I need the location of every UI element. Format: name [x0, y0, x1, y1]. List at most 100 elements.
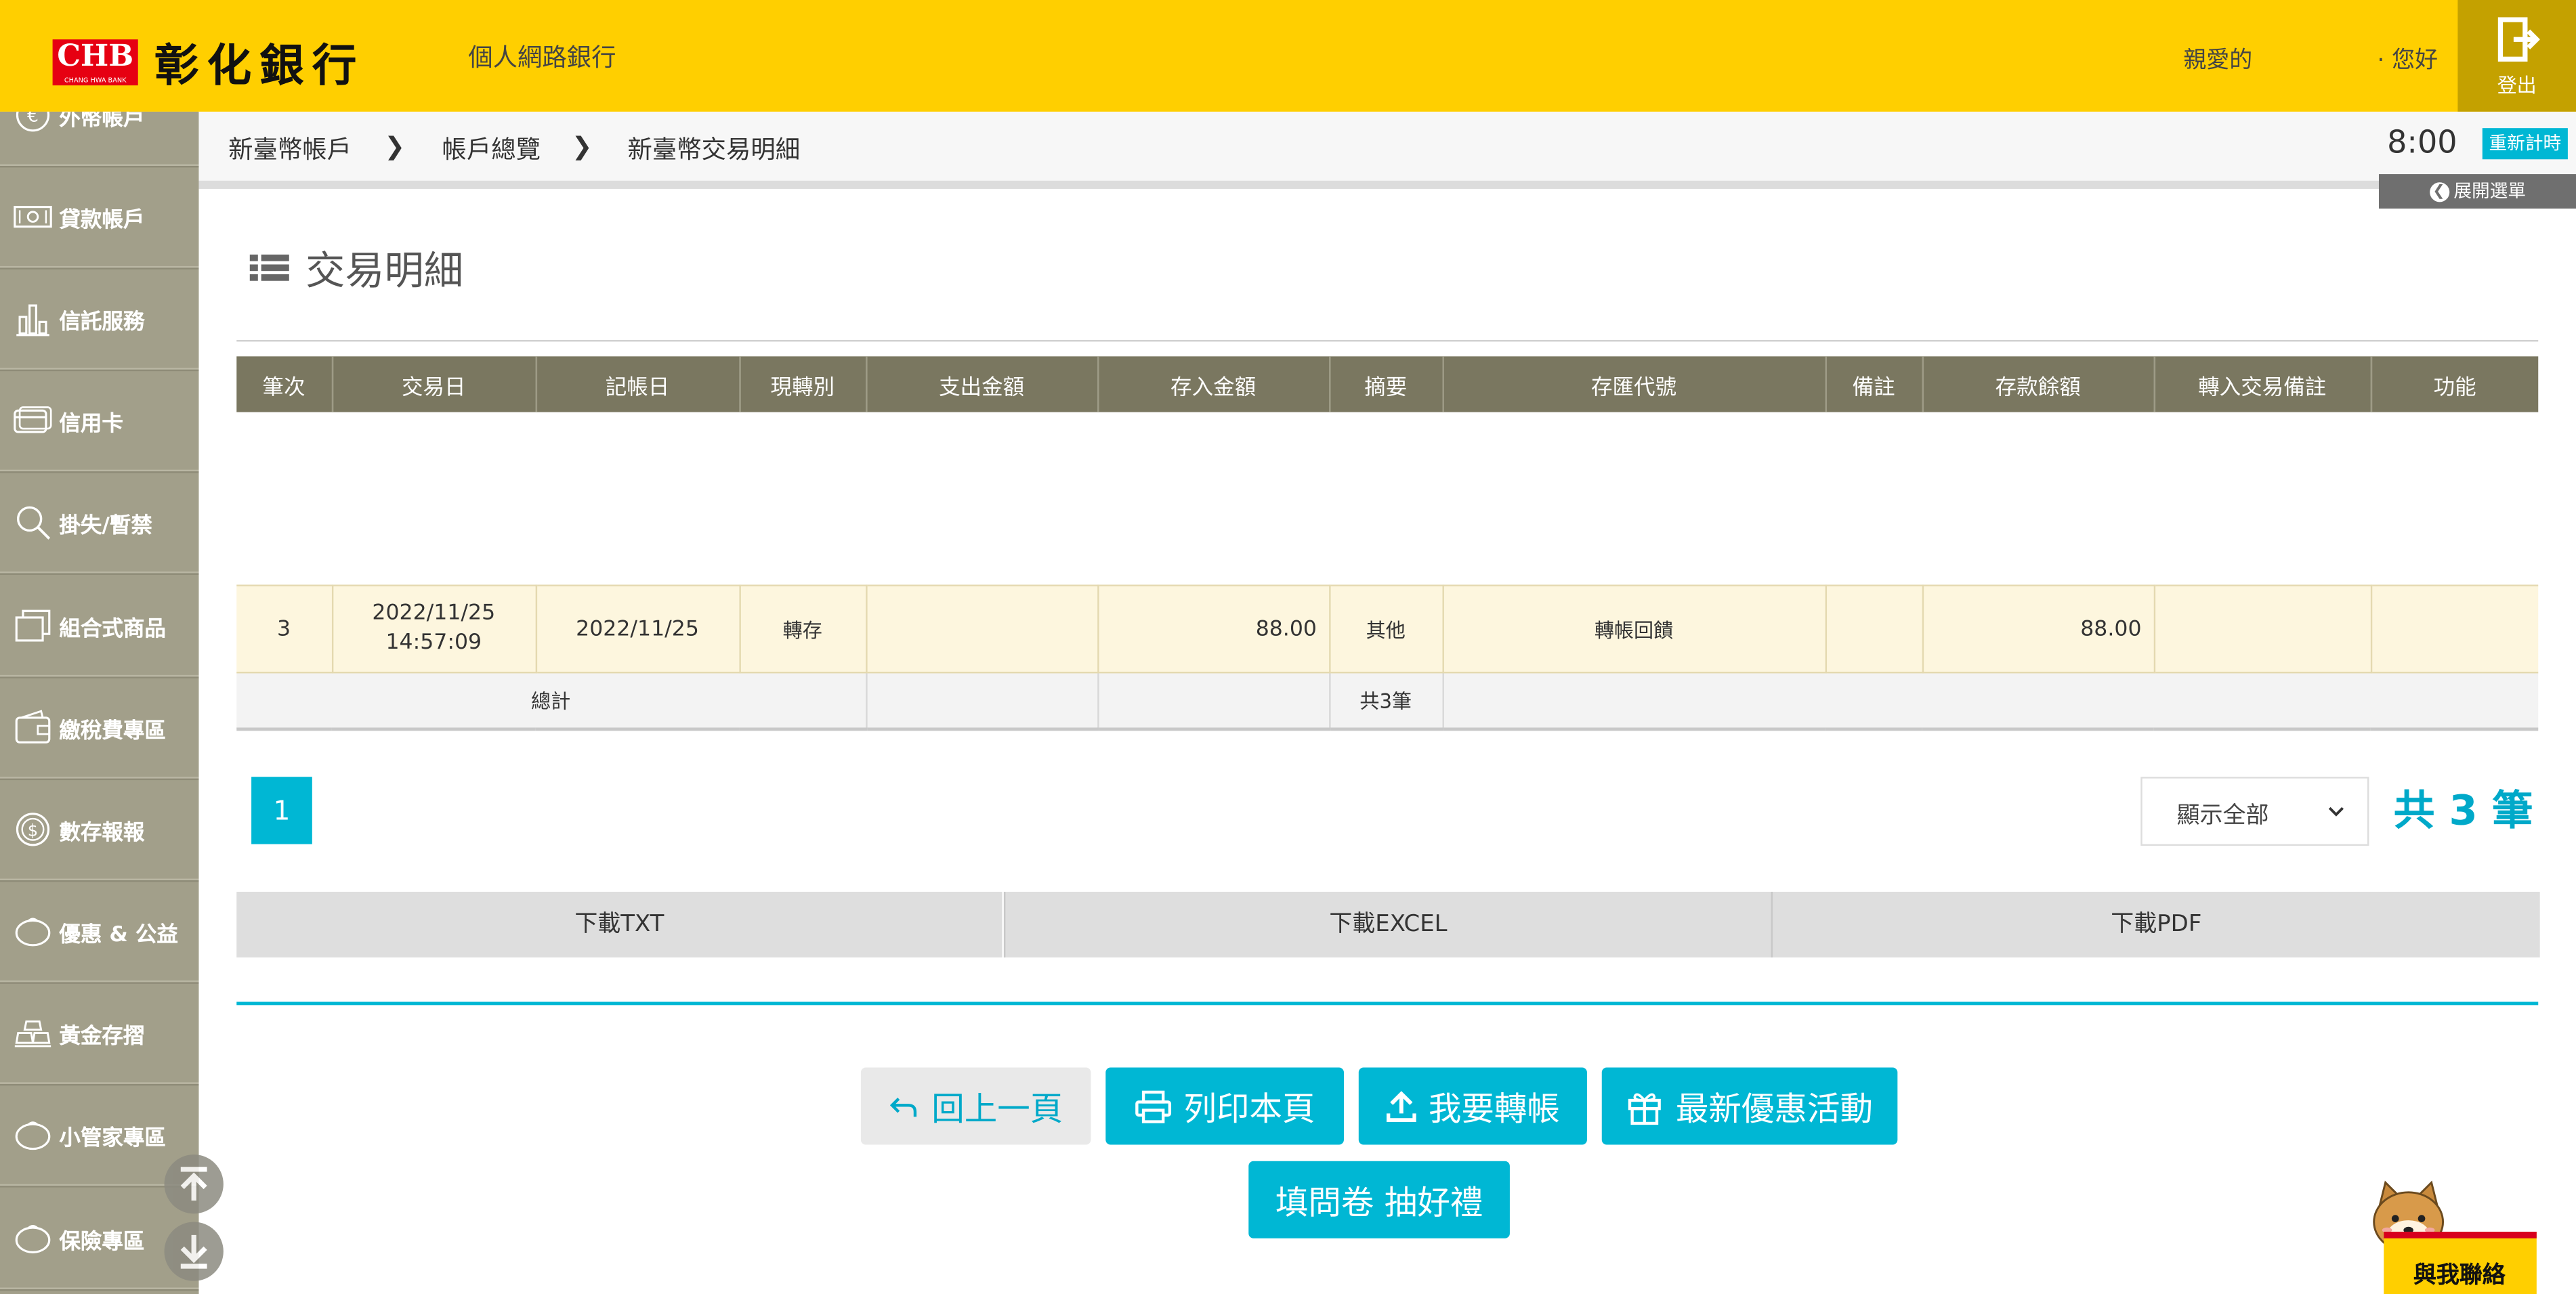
piggy-bank-icon [13, 911, 52, 951]
dollar-coin-icon: $ [13, 810, 52, 849]
summary-debit-total [866, 672, 1099, 731]
contact-us-widget[interactable]: 與我聯絡 [2366, 1179, 2543, 1294]
table-header-row: 筆次 交易日 記帳日 現轉別 支出金額 存入金額 摘要 存匯代號 備註 存款餘額… [236, 356, 2539, 412]
download-excel-button[interactable]: 下載EXCEL [1003, 891, 1771, 958]
euro-icon: € [13, 111, 52, 135]
breadcrumb-item-twd-account[interactable]: 新臺幣帳戶 [228, 131, 352, 166]
table-blank-row [236, 412, 2539, 501]
sidebar-item-credit-card[interactable]: 信用卡 [0, 371, 199, 472]
cell-credit: 88.00 [1097, 584, 1330, 674]
cell-type: 轉存 [739, 584, 867, 674]
total-count: 共 3 筆 [2393, 786, 2533, 835]
logout-button[interactable]: 登出 [2457, 0, 2576, 112]
breadcrumb-item-account-overview[interactable]: 帳戶總覽 [442, 131, 541, 166]
piggy-bank-icon [13, 1115, 52, 1155]
cell-transfer-note [2153, 584, 2372, 674]
download-txt-button[interactable]: 下載TXT [236, 891, 1002, 958]
cell-balance: 88.00 [1922, 584, 2155, 674]
column-header: 存入金額 [1097, 356, 1330, 412]
contact-us-label: 與我聯絡 [2413, 1263, 2506, 1289]
breadcrumb-divider [198, 180, 2379, 189]
promotions-button-label: 最新優惠活動 [1675, 1089, 1873, 1129]
cell-note [1825, 584, 1923, 674]
cell-code: 轉帳回饋 [1442, 584, 1826, 674]
sidebar-item-gold-passbook[interactable]: 黃金存摺 [0, 984, 199, 1084]
logout-icon [2497, 17, 2540, 62]
scroll-top-button[interactable] [164, 1155, 224, 1214]
logo-text: CHB [57, 38, 134, 73]
download-pdf-button[interactable]: 下載PDF [1771, 891, 2540, 958]
sidebar-item-label: 貸款帳戶 [59, 207, 145, 233]
promotions-button[interactable]: 最新優惠活動 [1601, 1067, 1898, 1145]
transfer-button-label: 我要轉帳 [1428, 1089, 1560, 1129]
scroll-bottom-button[interactable] [164, 1222, 224, 1281]
chevron-down-icon [2328, 806, 2344, 817]
breadcrumb-item-transaction-detail: 新臺幣交易明細 [627, 134, 801, 165]
top-bar: CHB CHANG HWA BANK 彰化銀行 個人網路銀行 親愛的 · 您好 … [0, 0, 2576, 112]
bar-chart-icon [13, 299, 52, 338]
sidebar-item-offers[interactable]: 優惠 & 公益 [0, 882, 199, 983]
section-divider [236, 1001, 2539, 1006]
chevron-right-icon: ❯ [384, 131, 406, 161]
column-header: 筆次 [236, 356, 333, 412]
bank-logo[interactable]: CHB CHANG HWA BANK 彰化銀行 [52, 30, 365, 94]
gift-icon [1628, 1092, 1661, 1124]
column-header: 摘要 [1329, 356, 1443, 412]
sidebar-item-label: 組合式商品 [59, 616, 167, 642]
summary-credit-total [1097, 672, 1330, 731]
greeting-text: 親愛的 [2183, 47, 2253, 74]
page-title: 交易明細 [249, 238, 463, 296]
cell-post-date: 2022/11/25 [535, 584, 740, 674]
sidebar-item-label: 外幣帳戶 [59, 111, 145, 131]
chevron-right-icon: ❯ [572, 131, 593, 161]
renew-session-button[interactable]: 重新計時 [2482, 128, 2568, 160]
column-header: 現轉別 [739, 356, 867, 412]
table-row: 3 2022/11/25 14:57:09 2022/11/25 轉存 88.0… [236, 584, 2539, 674]
wallet-icon [13, 708, 52, 747]
sidebar-item-combo-products[interactable]: 組合式商品 [0, 576, 199, 677]
survey-button[interactable]: 填問卷 抽好禮 [1248, 1161, 1510, 1238]
cell-summary: 其他 [1329, 584, 1443, 674]
sidebar-item-label: 數存報報 [59, 820, 145, 845]
greeting-suffix: · 您好 [2377, 47, 2438, 74]
summary-count: 共3筆 [1329, 672, 1443, 731]
arrow-down-icon [180, 1234, 207, 1269]
display-count-select[interactable]: 顯示全部 [2140, 777, 2369, 846]
cell-trade-date-value: 2022/11/25 [372, 601, 496, 626]
survey-button-label: 填問卷 抽好禮 [1275, 1182, 1483, 1222]
svg-text:€: € [27, 112, 39, 127]
list-icon [249, 253, 289, 280]
cards-icon [13, 606, 52, 645]
piggy-bank-icon [13, 1219, 52, 1258]
banknote-icon [13, 197, 52, 236]
upload-icon [1385, 1090, 1416, 1121]
sidebar-item-digital-deposit[interactable]: $ 數存報報 [0, 780, 199, 881]
cell-trade-time-value: 14:57:09 [385, 630, 482, 655]
svg-text:$: $ [28, 821, 38, 840]
page-number-button[interactable]: 1 [251, 777, 312, 844]
column-header: 支出金額 [866, 356, 1099, 412]
expand-menu-label: 展開選單 [2453, 180, 2527, 202]
credit-card-icon [13, 401, 52, 440]
session-timer: 8:00 [2387, 125, 2457, 161]
cell-seq: 3 [236, 584, 333, 674]
column-header: 存款餘額 [1922, 356, 2155, 412]
sidebar-item-label: 保險專區 [59, 1229, 145, 1254]
sidebar-item-loss-report[interactable]: 掛失/暫禁 [0, 473, 199, 574]
cell-debit [866, 584, 1099, 674]
contact-us-tag: 與我聯絡 [2384, 1232, 2537, 1294]
display-count-value: 顯示全部 [2176, 803, 2269, 829]
sidebar-item-label: 掛失/暫禁 [59, 513, 152, 538]
print-button[interactable]: 列印本頁 [1105, 1067, 1344, 1145]
sidebar-item-trust[interactable]: 信託服務 [0, 269, 199, 370]
expand-menu-button[interactable]: ❮ 展開選單 [2378, 174, 2576, 209]
transfer-button[interactable]: 我要轉帳 [1358, 1067, 1587, 1145]
sidebar-item-foreign-account[interactable]: € 外幣帳戶 [0, 111, 199, 166]
back-button[interactable]: 回上一頁 [860, 1067, 1091, 1145]
column-header: 記帳日 [535, 356, 740, 412]
sidebar-item-tax-payment[interactable]: 繳稅費專區 [0, 678, 199, 779]
title-divider [236, 340, 2539, 342]
sidebar-item-loan-account[interactable]: 貸款帳戶 [0, 167, 199, 268]
back-button-label: 回上一頁 [931, 1089, 1063, 1129]
transaction-table: 筆次 交易日 記帳日 現轉別 支出金額 存入金額 摘要 存匯代號 備註 存款餘額… [236, 356, 2539, 731]
